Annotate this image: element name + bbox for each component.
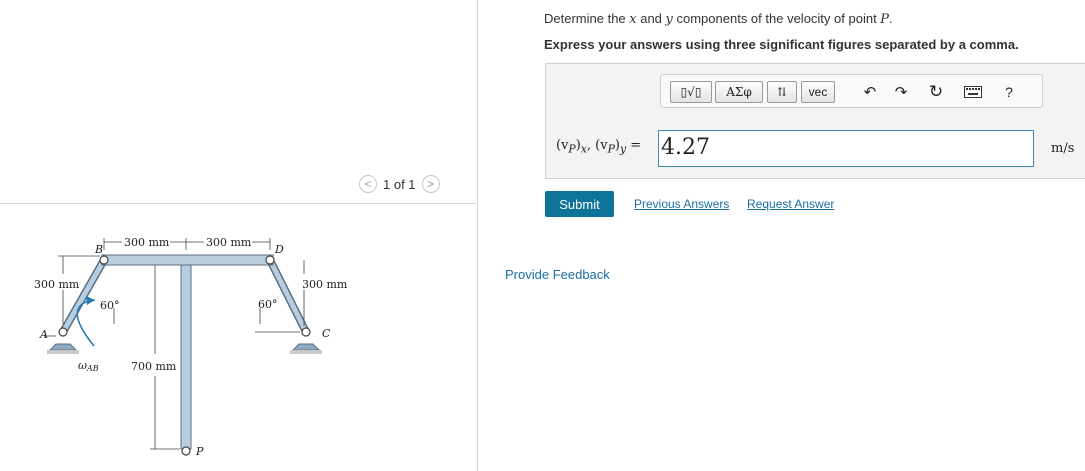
- pane-divider: [477, 0, 478, 471]
- help-button[interactable]: ?: [998, 81, 1020, 103]
- undo-icon[interactable]: ↶: [859, 81, 881, 103]
- pin-c: [301, 327, 311, 337]
- figure-pane: < 1 of 1 > 300 mm 300 mm 300 mm 300 mm 7…: [0, 0, 477, 471]
- answer-input[interactable]: 4.27: [658, 130, 1034, 167]
- omega-arrowhead: [86, 296, 95, 305]
- next-figure-button[interactable]: >: [421, 175, 440, 193]
- pager-text: 1 of 1: [383, 176, 416, 192]
- point-p: [181, 446, 191, 456]
- request-answer-link[interactable]: Request Answer: [747, 197, 834, 211]
- reset-icon[interactable]: ↻: [925, 81, 947, 103]
- angle-right-label: 60°: [258, 298, 278, 311]
- chevron-right-icon: >: [427, 177, 435, 191]
- dim-ab-label: 300 mm: [124, 236, 170, 249]
- answer-unit: m/s: [1051, 141, 1075, 156]
- answer-label: (vP)x, (vP)y =: [556, 138, 642, 156]
- dim-bd-label: 300 mm: [206, 236, 252, 249]
- label-b: B: [94, 243, 103, 256]
- question-text: Determine the x and y components of the …: [544, 11, 893, 27]
- answer-instruction: Express your answers using three signifi…: [544, 37, 1019, 52]
- prev-figure-button[interactable]: <: [359, 175, 377, 193]
- greek-symbols-button[interactable]: ΑΣφ: [715, 81, 763, 103]
- templates-button[interactable]: ▯√▯: [670, 81, 712, 103]
- provide-feedback-link[interactable]: Provide Feedback: [505, 267, 610, 282]
- support-a: [47, 343, 79, 354]
- support-c: [290, 343, 322, 354]
- pin-d: [265, 255, 275, 265]
- dim-left-label: 300 mm: [34, 278, 80, 291]
- redo-icon[interactable]: ↷: [890, 81, 912, 103]
- label-d: D: [274, 243, 284, 256]
- figure-pager: < 1 of 1 >: [359, 173, 440, 195]
- pin-a: [58, 327, 68, 337]
- label-c: C: [322, 327, 331, 340]
- math-toolbar: ▯√▯ ΑΣφ ⇅ vec ↶ ↷ ↻ ?: [660, 74, 1043, 108]
- dim-stem-label: 700 mm: [131, 360, 177, 373]
- pin-b: [99, 255, 109, 265]
- updown-button[interactable]: ⇅: [767, 81, 797, 103]
- answer-box: ▯√▯ ΑΣφ ⇅ vec ↶ ↷ ↻ ? (vP)x, (vP)y = 4.2…: [545, 63, 1085, 179]
- dim-right-label: 300 mm: [302, 278, 348, 291]
- submit-button[interactable]: Submit: [545, 191, 614, 217]
- t-stem: [180, 264, 192, 450]
- label-a: A: [39, 328, 48, 341]
- vector-button[interactable]: vec: [801, 81, 835, 103]
- omega-arc: [76, 299, 96, 347]
- mechanism-figure: 300 mm 300 mm 300 mm 300 mm 700 mm 60° 6…: [34, 236, 348, 458]
- label-p: P: [195, 445, 204, 458]
- t-crossbar: [101, 254, 274, 266]
- keyboard-icon[interactable]: [962, 81, 984, 103]
- previous-answers-link[interactable]: Previous Answers: [634, 197, 729, 211]
- angle-left-label: 60°: [100, 299, 120, 312]
- chevron-left-icon: <: [364, 177, 372, 191]
- omega-label: ωAB: [78, 359, 99, 373]
